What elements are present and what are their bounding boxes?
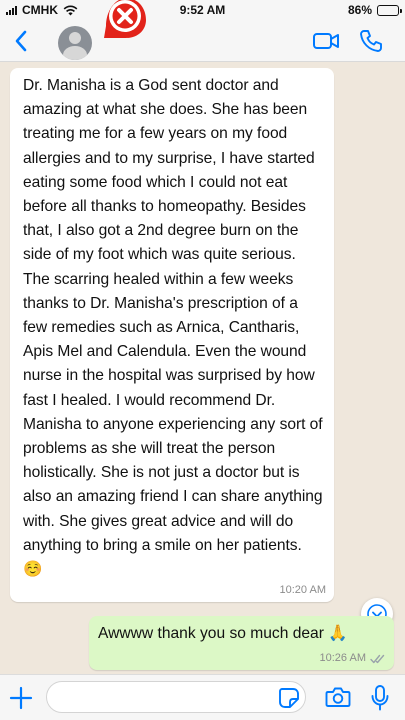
chevron-left-icon xyxy=(15,30,27,52)
message-text: Dr. Manisha is a God sent doctor and ama… xyxy=(23,77,323,579)
close-x-icon xyxy=(104,0,146,38)
chat-header xyxy=(0,20,405,62)
battery-status: 86% xyxy=(347,3,402,17)
contact-avatar[interactable] xyxy=(58,26,92,60)
video-camera-icon xyxy=(313,33,339,49)
composer-bar xyxy=(0,674,405,720)
attach-button[interactable] xyxy=(8,685,34,711)
close-overlay[interactable] xyxy=(96,0,152,38)
microphone-button[interactable] xyxy=(371,684,389,712)
status-bar: CMHK 9:52 AM 86% xyxy=(0,0,405,20)
microphone-icon xyxy=(371,685,389,711)
read-receipt-icon xyxy=(370,654,385,664)
battery-icon xyxy=(377,4,402,16)
voice-call-button[interactable] xyxy=(358,28,384,54)
message-text: Awwww thank you so much dear 🙏 xyxy=(98,625,348,642)
sticker-button[interactable] xyxy=(278,687,300,709)
sticker-icon xyxy=(279,688,299,708)
message-input[interactable] xyxy=(46,681,306,713)
message-time: 10:20 AM xyxy=(279,584,326,597)
phone-icon xyxy=(360,30,382,52)
chat-area[interactable]: Dr. Manisha is a God sent doctor and ama… xyxy=(0,62,405,674)
camera-icon xyxy=(325,687,351,707)
message-time: 10:26 AM xyxy=(319,652,366,664)
back-button[interactable] xyxy=(6,26,36,56)
incoming-message[interactable]: Dr. Manisha is a God sent doctor and ama… xyxy=(10,68,334,603)
battery-percent: 86% xyxy=(347,3,372,17)
outgoing-message[interactable]: Awwww thank you so much dear 🙏 10:26 AM xyxy=(89,616,394,670)
plus-icon xyxy=(9,686,33,710)
camera-button[interactable] xyxy=(325,685,351,709)
clock: 9:52 AM xyxy=(179,3,226,17)
video-call-button[interactable] xyxy=(312,29,340,53)
